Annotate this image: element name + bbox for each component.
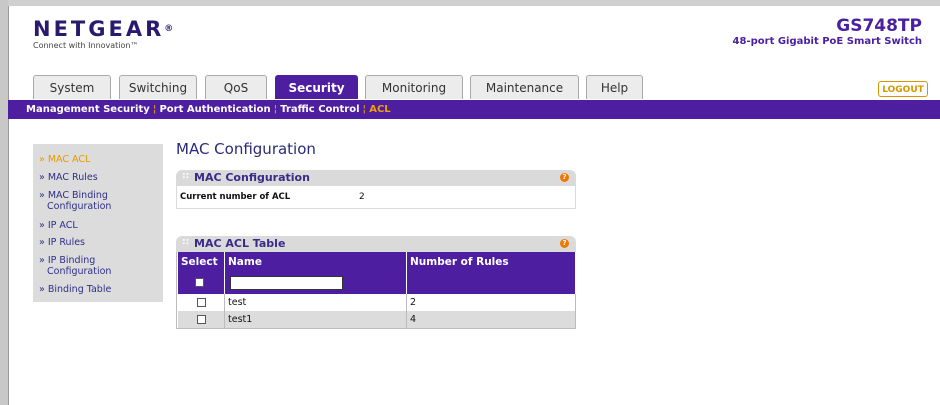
table-row: test1 4: [178, 311, 576, 328]
sidebar-item-label: » MAC Binding: [39, 190, 108, 201]
tab-security[interactable]: Security: [275, 75, 358, 99]
tab-help[interactable]: Help: [586, 75, 643, 99]
sidebar-item-mac-binding-configuration[interactable]: » MAC Binding Configuration: [39, 190, 111, 212]
sidebar: » MAC ACL » MAC Rules » MAC Binding Conf…: [33, 144, 163, 302]
registered-mark: ®: [164, 24, 174, 34]
tab-maintenance[interactable]: Maintenance: [470, 75, 579, 99]
acl-name-cell: test1: [224, 311, 407, 328]
select-all-checkbox[interactable]: [195, 278, 204, 287]
window-top-border: [8, 0, 940, 6]
table-header-row: Select Name Number of Rules: [178, 252, 576, 271]
help-icon[interactable]: ?: [560, 173, 569, 182]
product-model: GS748TP 48-port Gigabit PoE Smart Switch: [733, 17, 922, 49]
window-left-border: [0, 0, 9, 405]
row-select-checkbox[interactable]: [197, 298, 206, 307]
mac-configuration-panel: :: MAC Configuration ? Current number of…: [176, 170, 576, 209]
table-cell: [224, 271, 407, 294]
sidebar-item-label-line2: Configuration: [47, 266, 112, 277]
model-description: 48-port Gigabit PoE Smart Switch: [732, 36, 922, 47]
new-entry-row: [178, 271, 576, 294]
table-frame: Select Name Number of Rules test 2 test1: [176, 252, 576, 329]
panel-header: :: MAC Configuration ?: [176, 170, 576, 186]
acl-name-input[interactable]: [230, 275, 343, 290]
table-cell: [178, 311, 225, 328]
sidebar-item-binding-table[interactable]: » Binding Table: [39, 284, 111, 295]
acl-count-label: Current number of ACL: [180, 192, 291, 202]
acl-count-value: 2: [359, 192, 365, 202]
subnav-separator: ¦: [273, 104, 278, 115]
model-name: GS748TP: [836, 16, 922, 36]
mac-acl-table-panel: :: MAC ACL Table ? Select Name Number of…: [176, 236, 576, 329]
panel-grip-icon: ::: [182, 237, 190, 247]
rule-count-cell: 2: [406, 294, 576, 311]
logout-button[interactable]: LOGOUT: [878, 81, 928, 97]
panel-header: :: MAC ACL Table ?: [176, 236, 576, 252]
sidebar-item-ip-acl[interactable]: » IP ACL: [39, 220, 78, 231]
sub-navigation: Management Security ¦ Port Authentication ¦…: [8, 100, 940, 119]
panel-title: MAC ACL Table: [194, 237, 286, 250]
sidebar-item-ip-binding-configuration[interactable]: » IP Binding Configuration: [39, 255, 111, 277]
subnav-separator: ¦: [362, 104, 367, 115]
row-select-checkbox[interactable]: [197, 315, 206, 324]
tab-system[interactable]: System: [33, 75, 111, 99]
panel-grip-icon: ::: [182, 171, 190, 181]
mac-acl-table: Select Name Number of Rules test 2 test1: [178, 252, 576, 328]
sidebar-item-mac-rules[interactable]: » MAC Rules: [39, 172, 98, 183]
subnav-item-acl[interactable]: ACL: [369, 104, 390, 115]
tab-switching[interactable]: Switching: [119, 75, 197, 99]
logo-tagline: Connect with Innovation™: [33, 41, 139, 50]
sidebar-item-label: » IP Binding: [39, 255, 96, 266]
logo-word: NETGEAR: [33, 17, 165, 41]
subnav-item-port-authentication[interactable]: Port Authentication: [159, 104, 270, 115]
panel-title: MAC Configuration: [194, 171, 310, 184]
tab-monitoring[interactable]: Monitoring: [365, 75, 463, 99]
column-header-name: Name: [224, 252, 407, 271]
sidebar-item-label-line2: Configuration: [47, 201, 112, 212]
acl-count-row: Current number of ACL 2: [176, 186, 576, 209]
table-cell: [178, 294, 225, 311]
table-cell: [178, 271, 225, 294]
table-row: test 2: [178, 294, 576, 311]
acl-name-cell: test: [224, 294, 407, 311]
table-cell: [406, 271, 576, 294]
subnav-item-traffic-control[interactable]: Traffic Control: [280, 104, 359, 115]
column-header-number-of-rules: Number of Rules: [406, 252, 576, 271]
subnav-separator: ¦: [152, 104, 157, 115]
column-header-select: Select: [178, 252, 225, 271]
tab-qos[interactable]: QoS: [205, 75, 267, 99]
page-title: MAC Configuration: [176, 140, 316, 158]
sidebar-item-mac-acl[interactable]: » MAC ACL: [39, 154, 90, 165]
help-icon[interactable]: ?: [560, 239, 569, 248]
rule-count-cell: 4: [406, 311, 576, 328]
app-window: NETGEAR® Connect with Innovation™ GS748T…: [0, 0, 940, 405]
netgear-logo: NETGEAR® Connect with Innovation™: [33, 18, 173, 50]
sidebar-item-ip-rules[interactable]: » IP Rules: [39, 237, 85, 248]
subnav-item-management-security[interactable]: Management Security: [26, 104, 150, 115]
